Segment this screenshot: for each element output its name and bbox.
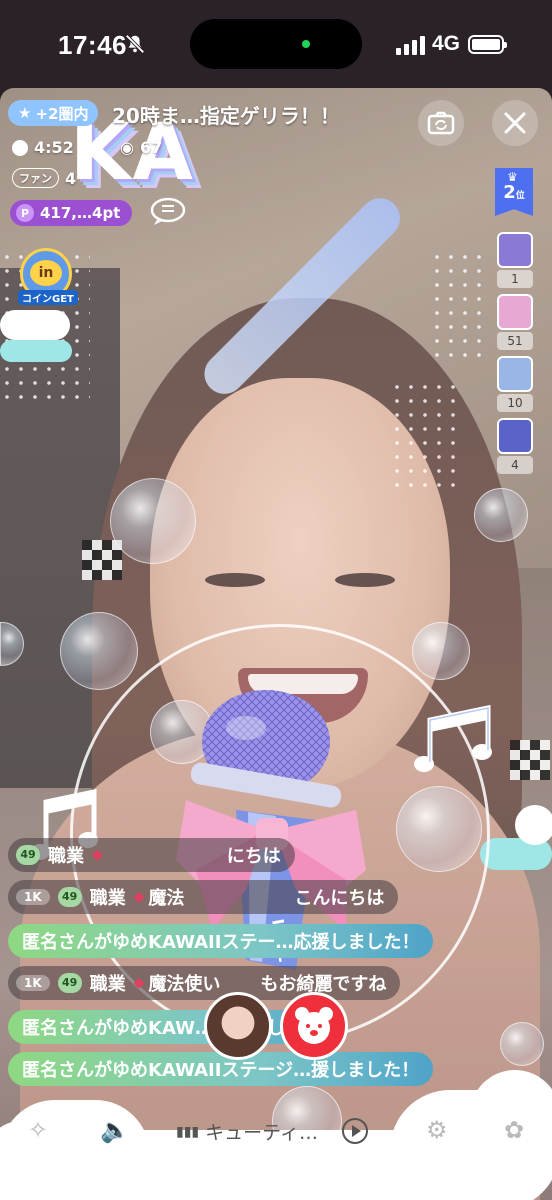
bubble-decoration (412, 622, 470, 680)
battery-icon (468, 35, 507, 54)
gift-thumbnail (497, 356, 533, 392)
bubble-decoration (474, 488, 528, 542)
sparkle-icon[interactable]: ✧ (28, 1116, 48, 1144)
bear-app-icon[interactable] (280, 992, 348, 1060)
chat-message[interactable]: 1K 49 職業 ◆ 魔法 こんにちは (8, 880, 399, 914)
camera-indicator-icon (302, 40, 310, 48)
gift-thumbnail (497, 294, 533, 330)
gift-thumbnail (497, 232, 533, 268)
cloud-decoration (0, 340, 72, 362)
share-icon[interactable]: ✿ (504, 1116, 524, 1144)
chat-message[interactable]: 49 職業 ◆ にちは (8, 838, 295, 872)
bear-icon (295, 1007, 333, 1044)
mask-icon: ◆ (133, 975, 145, 991)
bubble-decoration (60, 612, 138, 690)
dot-pattern-decoration (390, 380, 460, 490)
play-button[interactable] (342, 1118, 368, 1144)
rank-range-pill[interactable]: ★ +2圏内 (8, 100, 99, 126)
eye-icon: ◉ (120, 138, 134, 157)
cloud-decoration (0, 310, 70, 340)
checker-decoration (82, 540, 122, 580)
bottom-bar (0, 1070, 552, 1200)
gift-thumbnail (497, 418, 533, 454)
fan-row: ファン 4 (12, 168, 76, 188)
comment-bubble-icon[interactable] (148, 196, 188, 226)
cellular-signal-icon (396, 36, 425, 55)
crown-icon: ♛ (507, 170, 518, 184)
chat-message[interactable]: 1K 49 職業 ◆ 魔法使い もお綺麗ですね (8, 966, 401, 1000)
music-note-icon (414, 704, 492, 772)
points-pill[interactable]: P 417,…4pt (10, 200, 133, 226)
coin-get-label: コインGET (18, 290, 78, 305)
bubble-decoration (110, 478, 196, 564)
stream-stats-row: 4:52 (12, 138, 74, 157)
gift-item[interactable]: 51 (497, 294, 533, 350)
viewer-avatar[interactable] (204, 992, 272, 1060)
now-playing[interactable]: ▮▮▮ キューティ… (176, 1118, 318, 1145)
star-icon: ★ (18, 104, 32, 122)
close-icon (504, 112, 526, 134)
bubble-decoration (500, 1022, 544, 1066)
ranking-badge[interactable]: ♛ 2位 (495, 168, 533, 216)
gift-item[interactable]: 10 (497, 356, 533, 412)
close-button[interactable] (492, 100, 538, 146)
network-type: 4G (432, 32, 461, 55)
gift-list: 1 51 10 4 (497, 232, 533, 480)
audio-bars-icon: ▮▮▮ (176, 1123, 200, 1140)
phone-screen: 17:46 4G KA ★ +2圏内 20時ま…指定ゲリラ！！ 4:52 ◉ 6… (0, 0, 552, 1200)
checker-decoration (510, 740, 550, 780)
gift-item[interactable]: 4 (497, 418, 533, 474)
cloud-decoration (515, 805, 552, 845)
switch-camera-button[interactable] (418, 100, 464, 146)
dot-pattern-decoration (430, 250, 490, 360)
stream-title: 20時ま…指定ゲリラ！！ (112, 104, 340, 128)
gift-icon[interactable]: ⚙ (426, 1116, 448, 1144)
status-time: 17:46 (58, 30, 127, 60)
dynamic-island (190, 19, 362, 69)
mask-icon: ◆ (133, 889, 145, 905)
viewer-count: ◉ 67 (120, 138, 163, 157)
gift-item[interactable]: 1 (497, 232, 533, 288)
camera-switch-icon (427, 111, 455, 135)
chat-support-message[interactable]: 匿名さんがゆめKAWAIIステー…応援しました！ (8, 924, 434, 958)
chat-support-message[interactable]: 匿名さんがゆめKAWAIIステージ…援しました！ (8, 1052, 434, 1086)
status-bar: 17:46 4G (0, 0, 552, 88)
bell-slash-icon (125, 34, 145, 54)
point-icon: P (16, 204, 34, 222)
speaker-mute-icon[interactable]: 🔈 (100, 1116, 130, 1144)
heart-icon (12, 139, 28, 156)
mask-icon: ◆ (92, 847, 103, 863)
